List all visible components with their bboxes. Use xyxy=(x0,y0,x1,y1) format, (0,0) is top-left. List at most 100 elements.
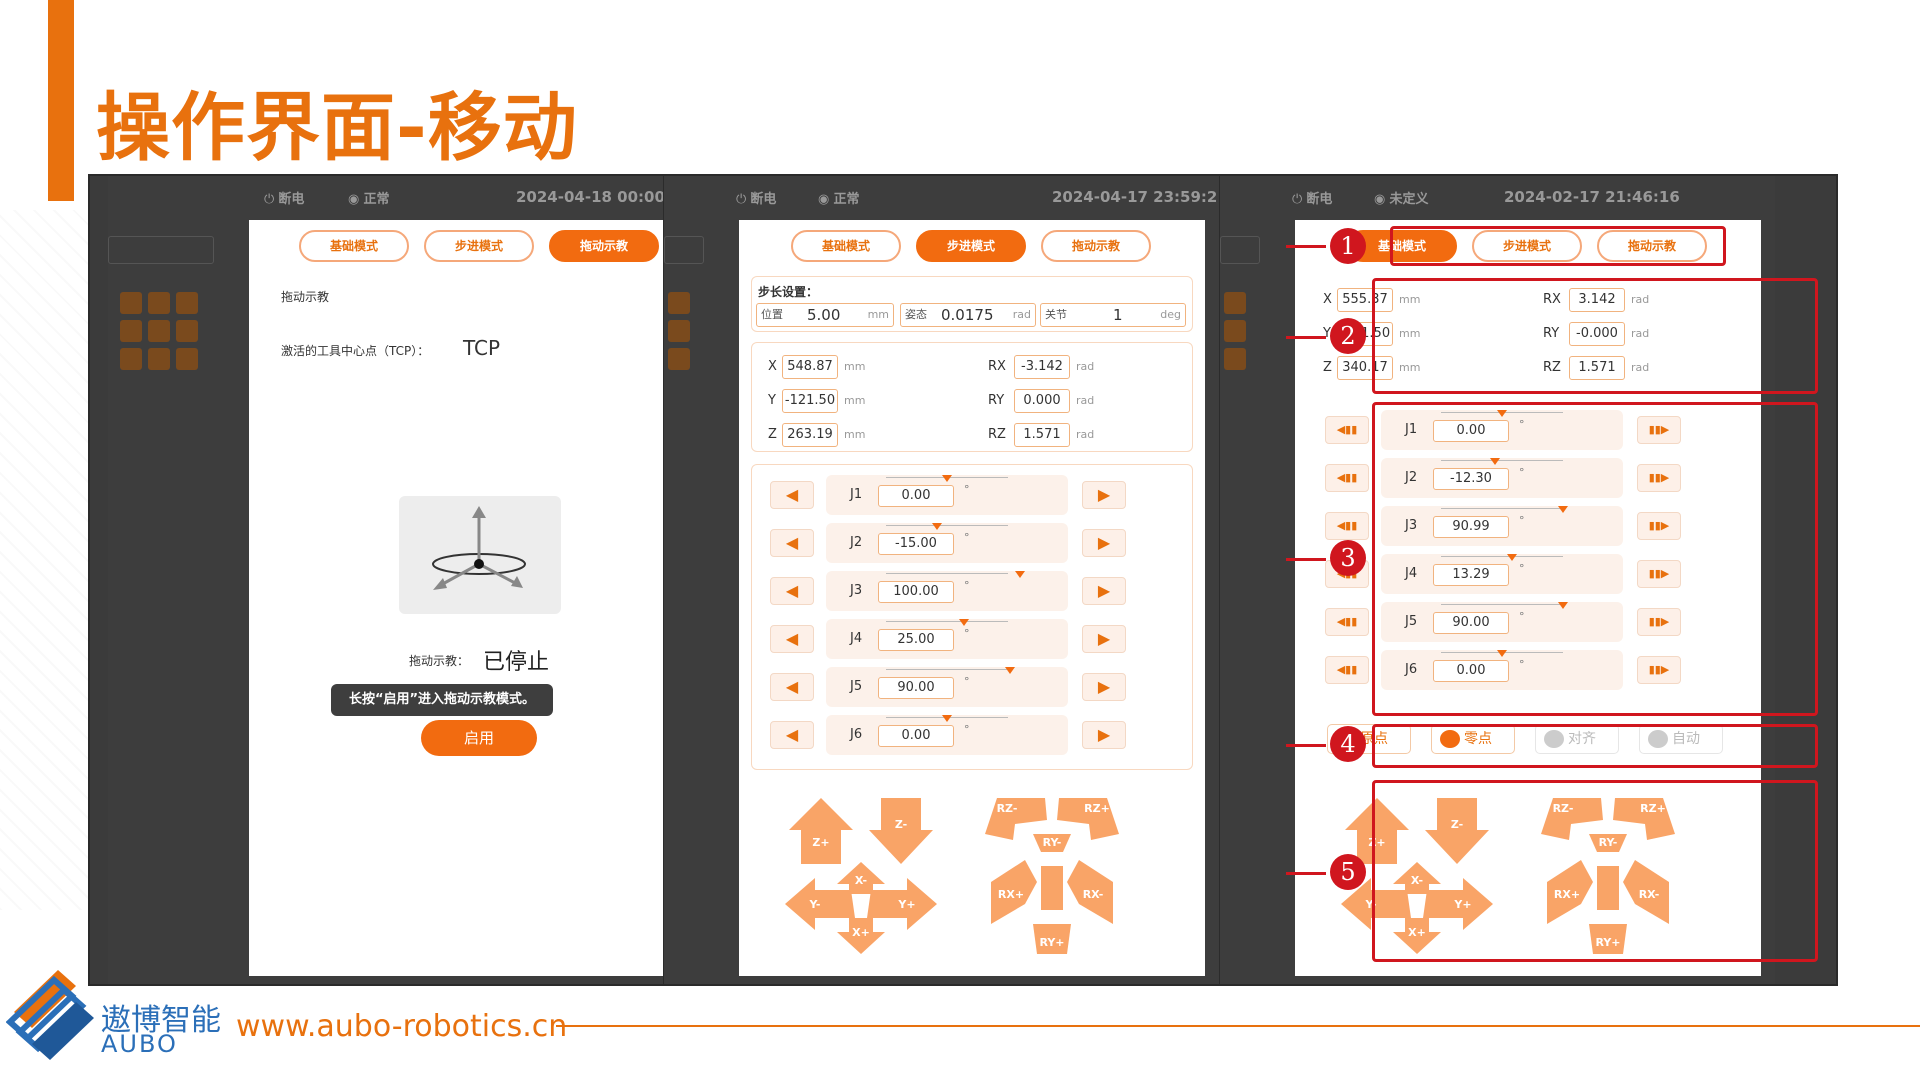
joint-minus-button[interactable]: ◀ xyxy=(770,625,814,653)
joint-plus-button[interactable]: ▶ xyxy=(1082,673,1126,701)
slider-range xyxy=(886,669,1008,672)
joint-minus-button[interactable]: ◀▮▮ xyxy=(1325,464,1369,492)
joint-minus-button[interactable]: ◀▮▮ xyxy=(1325,656,1369,684)
joint-name: J4 xyxy=(850,631,863,646)
status-bar: ⏻ 断电 ◉ 正常 2024-04-18 00:00:07 xyxy=(108,176,663,218)
left-arrow-icon: ◀ xyxy=(785,581,799,600)
datetime: 2024-04-18 00:00:07 xyxy=(516,188,663,206)
unit-label: mm xyxy=(844,394,866,407)
joint-slider[interactable]: J4 25.00 ° xyxy=(826,619,1068,659)
slider-marker[interactable] xyxy=(942,475,952,482)
slider-range xyxy=(886,621,1008,624)
joint-value-field[interactable]: 0.00 xyxy=(878,485,954,507)
slider-marker[interactable] xyxy=(942,715,952,722)
tab-basic-mode[interactable]: 基础模式 xyxy=(299,230,409,262)
tab-step-mode[interactable]: 步进模式 xyxy=(424,230,534,262)
tab-drag-teach[interactable]: 拖动示教 xyxy=(549,230,659,262)
joint-slider[interactable]: J1 0.00 ° xyxy=(826,475,1068,515)
right-arrow-icon: ▶ xyxy=(1097,725,1111,744)
right-arrow-icon: ▶ xyxy=(1097,581,1111,600)
power-status: ⏻ 断电 xyxy=(1292,192,1333,207)
joint-minus-button[interactable]: ◀ xyxy=(770,529,814,557)
joint-minus-button[interactable]: ◀ xyxy=(770,481,814,509)
joint-value-field[interactable]: -15.00 xyxy=(878,533,954,555)
joint-slider[interactable]: J3 100.00 ° xyxy=(826,571,1068,611)
jog-rz-minus-button[interactable]: RZ- xyxy=(985,798,1047,840)
jog-rx-plus-button[interactable]: RX+ xyxy=(991,860,1037,924)
pose-value-field[interactable]: 263.19 xyxy=(782,423,838,447)
unit-label: mm xyxy=(844,360,866,373)
callout-box-2 xyxy=(1372,278,1818,394)
pose-value-field[interactable]: -121.50 xyxy=(782,389,838,413)
jog-x-plus-button[interactable]: X+ xyxy=(837,918,885,954)
joint-minus-button[interactable]: ◀▮▮ xyxy=(1325,416,1369,444)
joint-plus-button[interactable]: ▶ xyxy=(1082,481,1126,509)
joint-unit: ° xyxy=(964,579,970,592)
joint-value-field[interactable]: 25.00 xyxy=(878,629,954,651)
right-arrow-icon: ▶ xyxy=(1097,629,1111,648)
axis-label: RZ xyxy=(988,427,1006,442)
tab-step-mode[interactable]: 步进模式 xyxy=(916,230,1026,262)
joint-slider[interactable]: J5 90.00 ° xyxy=(826,667,1068,707)
slider-marker[interactable] xyxy=(1004,667,1015,674)
joint-plus-button[interactable]: ▶ xyxy=(1082,625,1126,653)
pose-value-field[interactable]: -3.142 xyxy=(1014,355,1070,379)
joint-slider[interactable]: J6 0.00 ° xyxy=(826,715,1068,755)
pose-value-field[interactable]: 548.87 xyxy=(782,355,838,379)
slider-marker[interactable] xyxy=(1014,571,1025,578)
jog-ry-plus-button[interactable]: RY+ xyxy=(1033,924,1071,954)
callout-box-3 xyxy=(1372,402,1818,716)
callout-3: 3 xyxy=(1330,540,1366,576)
step-title: 步长设置： xyxy=(758,285,819,299)
jog-x-minus-button[interactable]: X- xyxy=(837,862,885,894)
jog-z-minus-button[interactable]: Z- xyxy=(869,798,933,864)
unit-label: rad xyxy=(1076,360,1095,373)
tab-basic-mode[interactable]: 基础模式 xyxy=(791,230,901,262)
joint-minus-button[interactable]: ◀ xyxy=(770,721,814,749)
step-joint-field[interactable]: 关节 1 deg xyxy=(1040,303,1186,327)
joint-value-field[interactable]: 0.00 xyxy=(878,725,954,747)
joint-minus-button[interactable]: ◀▮▮ xyxy=(1325,608,1369,636)
tcp-label: 激活的工具中心点（TCP）： xyxy=(281,344,430,358)
joint-unit: ° xyxy=(964,723,970,736)
joint-value-field[interactable]: 90.00 xyxy=(878,677,954,699)
jog-ry-minus-button[interactable]: RY- xyxy=(1033,834,1071,852)
right-arrow-icon: ▶ xyxy=(1097,485,1111,504)
pose-value-field[interactable]: 0.000 xyxy=(1014,389,1070,413)
joint-plus-button[interactable]: ▶ xyxy=(1082,577,1126,605)
jog-y-plus-button[interactable]: Y+ xyxy=(867,878,937,930)
bg-right-icon xyxy=(176,320,198,342)
slider-marker[interactable] xyxy=(932,523,943,530)
enable-button[interactable]: 启用 xyxy=(421,720,537,756)
joint-minus-button[interactable]: ◀▮▮ xyxy=(1325,512,1369,540)
panel-step-mode: ⏻ 断电 ◉ 正常 2024-04-17 23:59:21 基础模式 步进模式 … xyxy=(664,176,1219,984)
tab-drag-teach[interactable]: 拖动示教 xyxy=(1041,230,1151,262)
joint-minus-button[interactable]: ◀ xyxy=(770,673,814,701)
jog-graphic: Z+ Z- Y- Y+ X- X+ RZ- RZ+ RY- RX+ RX- RY+ xyxy=(785,798,1119,954)
callout-line-1 xyxy=(1286,245,1326,248)
joint-row: ◀ J1 0.00 ° ▶ xyxy=(752,475,1192,515)
step-position-field[interactable]: 位置 5.00 mm xyxy=(756,303,894,327)
panel-drag-teach: ⏻ 断电 ◉ 正常 2024-04-18 00:00:07 基础模式 步进模式 … xyxy=(108,176,663,984)
jog-rz-plus-button[interactable]: RZ+ xyxy=(1057,798,1119,840)
joint-slider[interactable]: J2 -15.00 ° xyxy=(826,523,1068,563)
joint-plus-button[interactable]: ▶ xyxy=(1082,529,1126,557)
mode-tabs: 基础模式 步进模式 拖动示教 xyxy=(249,230,663,264)
pose-value-field[interactable]: 1.571 xyxy=(1014,423,1070,447)
slider-marker[interactable] xyxy=(958,619,969,626)
joint-row: ◀ J6 0.00 ° ▶ xyxy=(752,715,1192,755)
website-link[interactable]: www.aubo-robotics.cn xyxy=(236,1009,567,1044)
bg-zoom-icon xyxy=(176,292,198,314)
right-arrow-icon: ▶ xyxy=(1097,533,1111,552)
jog-y-minus-button[interactable]: Y- xyxy=(785,878,855,930)
joint-minus-button[interactable]: ◀ xyxy=(770,577,814,605)
jog-z-plus-button[interactable]: Z+ xyxy=(789,798,853,864)
axis-icon xyxy=(399,496,561,614)
joint-plus-button[interactable]: ▶ xyxy=(1082,721,1126,749)
jog-rx-minus-button[interactable]: RX- xyxy=(1067,860,1113,924)
joint-value-field[interactable]: 100.00 xyxy=(878,581,954,603)
unit-label: rad xyxy=(1076,428,1095,441)
step-orientation-field[interactable]: 姿态 0.0175 rad xyxy=(900,303,1036,327)
callout-5: 5 xyxy=(1330,854,1366,890)
fast-left-icon: ◀▮▮ xyxy=(1336,471,1358,484)
